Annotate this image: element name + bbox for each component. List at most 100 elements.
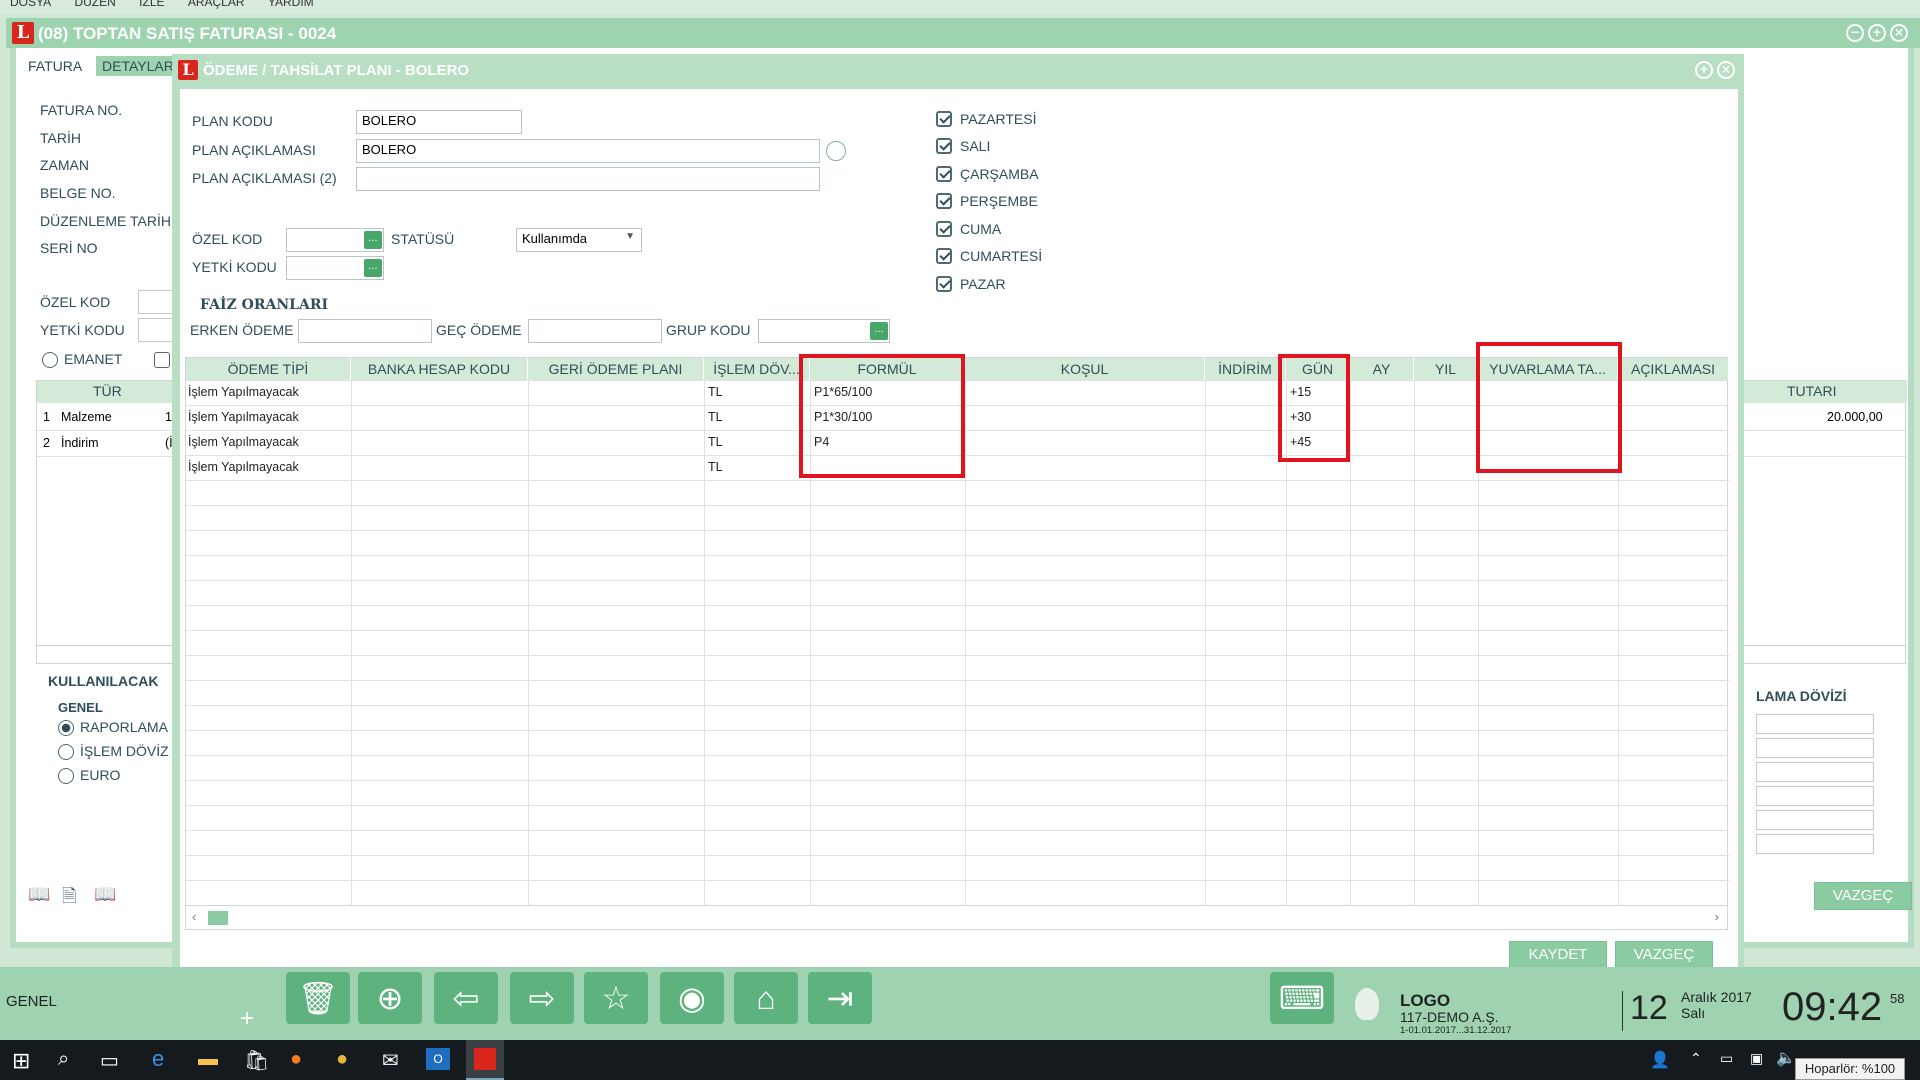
logo-app-icon[interactable] [466,1040,504,1080]
vazgec-button[interactable]: VAZGEÇ [1615,941,1713,969]
plan-aciklamasi-2-input[interactable] [356,167,820,191]
file-explorer-icon[interactable]: ▬ [198,1048,218,1071]
lama-field-6[interactable] [1756,834,1874,854]
network-icon[interactable]: ▣ [1750,1050,1763,1067]
lama-field-3[interactable] [1756,762,1874,782]
globe-icon[interactable] [826,141,846,161]
yetki-kodu-lookup-button[interactable]: ... [364,259,382,277]
tab-fatura[interactable]: FATURA [28,58,82,74]
cell-islem-doviz[interactable]: TL [706,405,723,429]
scroll-right-icon[interactable]: › [1715,909,1719,924]
dialog-maximize-icon[interactable]: + [1695,61,1713,79]
lama-field-4[interactable] [1756,786,1874,806]
windows-start-icon[interactable]: ⊞ [12,1048,30,1074]
menu-izle[interactable]: İZLE [139,0,164,9]
emanet-radio[interactable] [42,352,58,368]
firefox-icon[interactable]: ● [290,1048,302,1071]
belge-no-label: BELGE NO. [40,185,116,201]
islem-doviz-radio[interactable] [58,744,74,760]
pazartesi-checkbox[interactable] [936,111,952,127]
dialog-close-icon[interactable]: × [1717,61,1735,79]
cell-odeme-tipi[interactable]: İşlem Yapılmayacak [186,430,299,454]
scrollbar-thumb[interactable] [208,911,228,925]
col-indirim[interactable]: İNDİRİM [1205,358,1286,380]
kaydet-button[interactable]: KAYDET [1509,941,1607,969]
delete-button[interactable]: 🗑 [286,972,350,1024]
document-icon[interactable]: 🗎 [62,884,76,914]
cell-islem-doviz[interactable]: TL [706,455,723,479]
cell-islem-doviz[interactable]: TL [706,430,723,454]
search-icon[interactable]: ⌕ [58,1048,69,1071]
col-kosul[interactable]: KOŞUL [965,358,1205,380]
minimize-icon[interactable]: − [1846,24,1864,42]
col-yil[interactable]: YIL [1414,358,1478,380]
menu-yardim[interactable]: YARDIM [268,0,314,9]
clock-time: 09:42 [1782,985,1883,1029]
home-button[interactable]: ⌂ [734,972,798,1024]
statusu-select[interactable]: Kullanımda ▼ [516,228,642,252]
scroll-left-icon[interactable]: ‹ [192,909,196,924]
col-aciklamasi[interactable]: AÇIKLAMASI [1618,358,1729,380]
keyboard-button[interactable]: ⌨ [1270,972,1334,1024]
pazar-checkbox[interactable] [936,276,952,292]
euro-radio[interactable] [58,768,74,784]
lama-field-1[interactable] [1756,714,1874,734]
main-window-title: (08) TOPTAN SATIŞ FATURASI - 0024 [38,24,337,43]
cell-odeme-tipi[interactable]: İşlem Yapılmayacak [186,455,299,479]
raporlama-radio[interactable] [58,720,74,736]
cell-islem-doviz[interactable]: TL [706,380,723,404]
cumartesi-checkbox[interactable] [936,248,952,264]
cell-odeme-tipi[interactable]: İşlem Yapılmayacak [186,405,299,429]
maximize-icon[interactable]: + [1868,24,1886,42]
ozel-kod-lookup-button[interactable]: ... [364,231,382,249]
col-banka-hesap-kodu[interactable]: BANKA HESAP KODU [351,358,528,380]
grid-horizontal-scrollbar[interactable]: ‹ › [186,905,1727,929]
lama-field-2[interactable] [1756,738,1874,758]
row-no: 1 [43,410,50,424]
plan-kodu-input[interactable]: BOLERO [356,110,522,134]
gec-odeme-input[interactable] [528,319,662,343]
col-odeme-tipi[interactable]: ÖDEME TİPİ [186,358,351,380]
exit-button[interactable]: ⇥ [808,972,872,1024]
menu-araclar[interactable]: ARAÇLAR [188,0,245,9]
carsamba-checkbox[interactable] [936,166,952,182]
speaker-icon[interactable]: 🔈 [1776,1048,1796,1068]
view-button[interactable]: ◉ [660,972,724,1024]
extra-checkbox[interactable] [154,352,170,368]
lama-field-5[interactable] [1756,810,1874,830]
back-button[interactable]: ⇦ [434,972,498,1024]
task-view-icon[interactable]: ▭ [100,1048,119,1073]
close-icon[interactable]: × [1890,24,1908,42]
chrome-icon[interactable]: ● [336,1048,348,1071]
erken-odeme-input[interactable] [298,319,432,343]
mail-icon[interactable]: ✉ [382,1048,399,1073]
payment-plan-dialog: L ÖDEME / TAHSİLAT PLANI - BOLERO + × PL… [172,54,1744,980]
chevron-down-icon: ▼ [625,231,635,242]
open-book-icon[interactable]: 📖 [94,884,116,905]
favorites-button[interactable]: ☆ [584,972,648,1024]
col-geri-odeme-plani[interactable]: GERİ ÖDEME PLANI [528,358,704,380]
add-button[interactable]: ⊕ [358,972,422,1024]
book-icon[interactable]: 📖 [28,884,50,905]
grup-kodu-lookup-button[interactable]: ... [870,322,888,340]
cuma-checkbox[interactable] [936,221,952,237]
main-vazgec-button[interactable]: VAZGEÇ [1814,882,1912,910]
cell-odeme-tipi[interactable]: İşlem Yapılmayacak [186,380,299,404]
plan-aciklamasi-input[interactable]: BOLERO [356,139,820,163]
forward-button[interactable]: ⇨ [510,972,574,1024]
sali-checkbox[interactable] [936,138,952,154]
add-icon[interactable]: + [240,1005,254,1033]
menu-duzen[interactable]: DÜZEN [74,0,115,9]
people-icon[interactable]: 👤 [1650,1050,1670,1070]
col-islem-doviz[interactable]: İŞLEM DÖV... [704,358,810,380]
outlook-icon[interactable]: O [426,1048,450,1070]
store-icon[interactable]: 🛍 [244,1048,269,1073]
edge-icon[interactable]: e [152,1046,164,1072]
col-ay[interactable]: AY [1350,358,1414,380]
persembe-checkbox[interactable] [936,193,952,209]
seri-no-label: SERİ NO [40,240,98,256]
tray-chevron-icon[interactable]: ⌃ [1690,1050,1702,1067]
cumartesi-label: CUMARTESİ [960,248,1043,264]
menu-dosya[interactable]: DOSYA [10,0,51,9]
sali-label: SALI [960,138,991,154]
